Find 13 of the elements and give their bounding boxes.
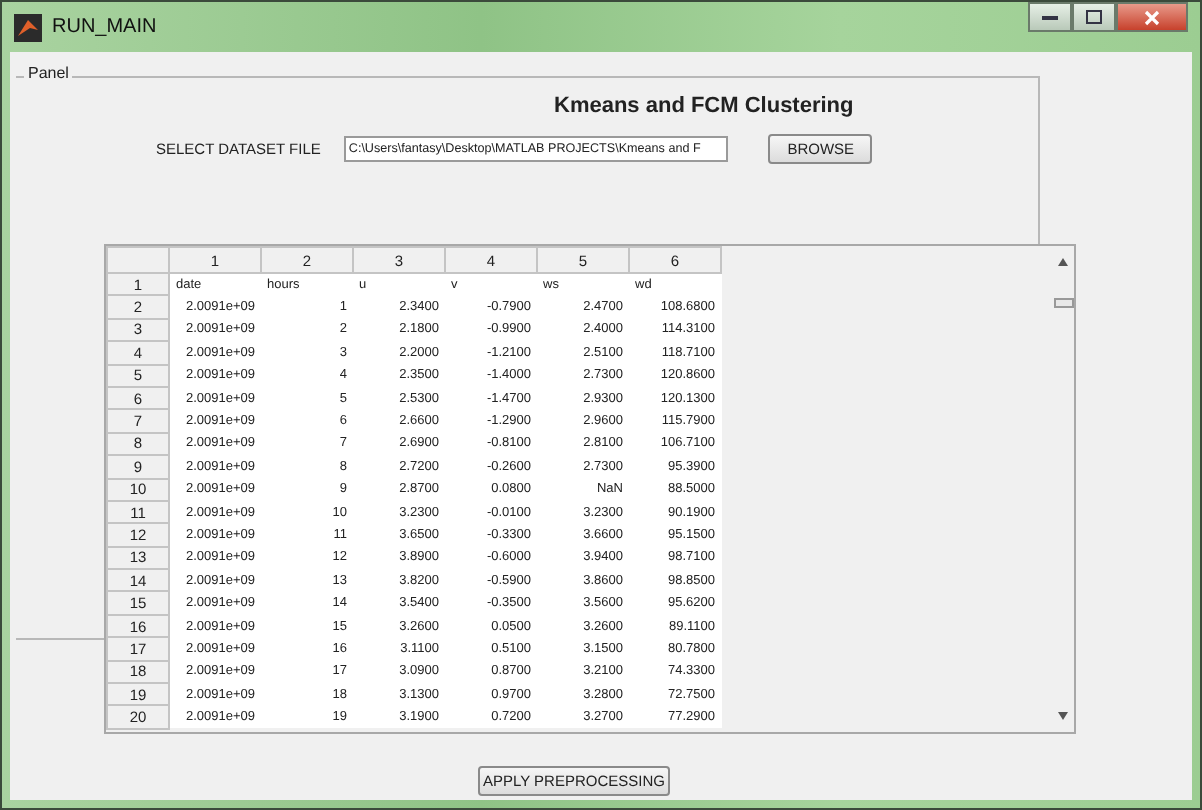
close-icon <box>1144 9 1160 25</box>
scroll-up-icon[interactable] <box>1058 258 1068 266</box>
maximize-icon <box>1086 10 1102 24</box>
window-title: RUN_MAIN <box>52 16 157 38</box>
minimize-button[interactable] <box>1028 2 1072 32</box>
close-button[interactable] <box>1116 2 1188 32</box>
maximize-button[interactable] <box>1072 2 1116 32</box>
scroll-thumb[interactable] <box>1054 298 1074 308</box>
panel-heading: Kmeans and FCM Clustering <box>554 94 854 118</box>
panel-legend: Panel <box>24 64 73 82</box>
minimize-icon <box>1042 14 1058 20</box>
app-icon <box>14 13 42 41</box>
scroll-down-icon[interactable] <box>1058 712 1068 720</box>
